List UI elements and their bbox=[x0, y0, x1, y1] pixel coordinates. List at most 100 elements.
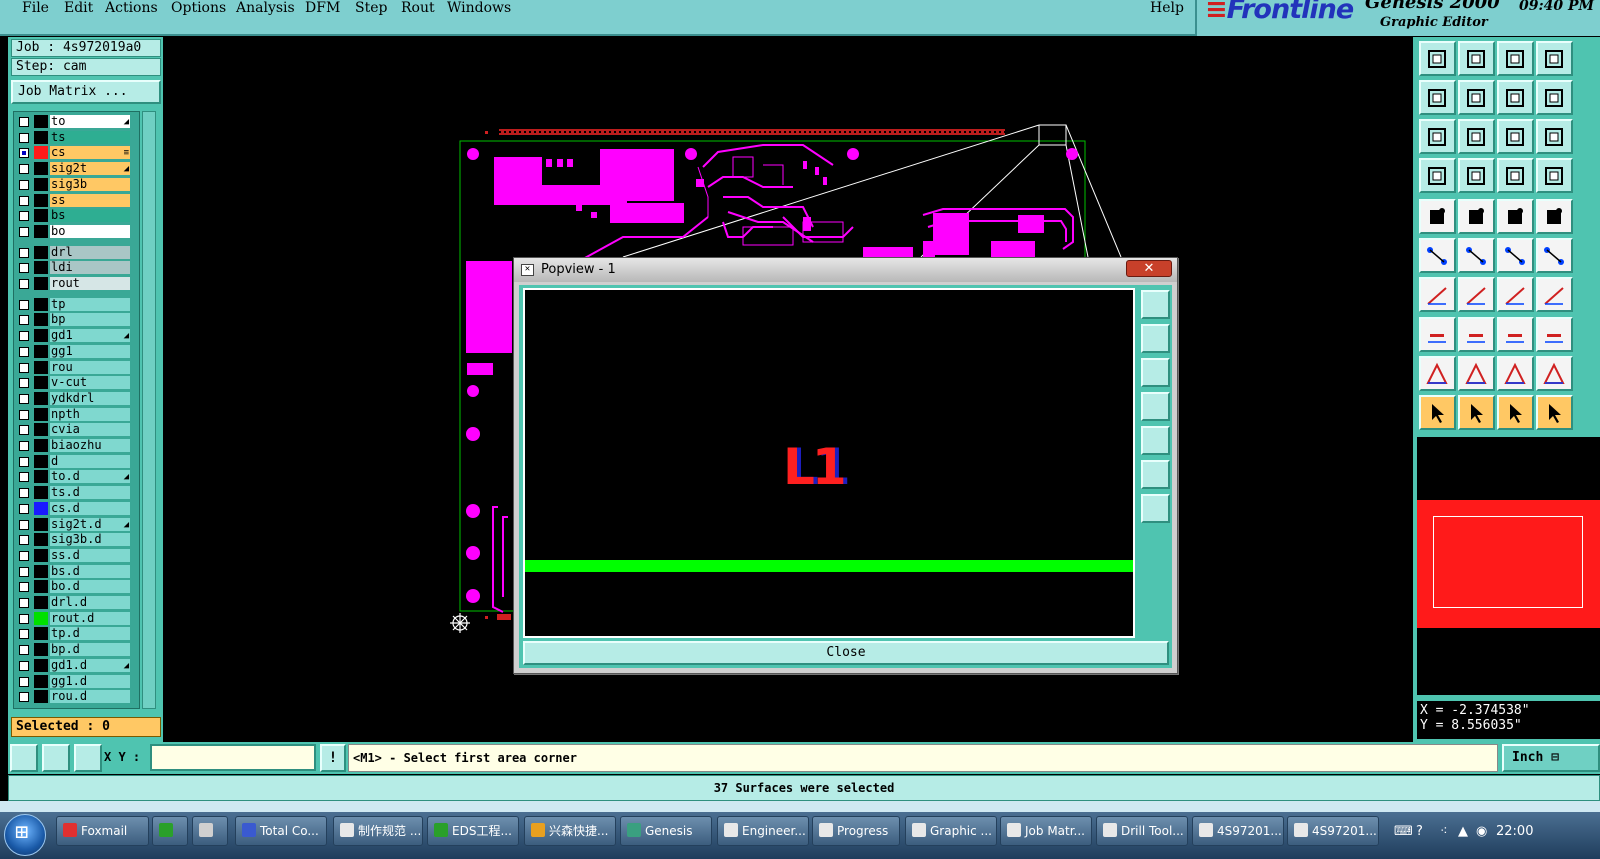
pan-down-icon[interactable] bbox=[1141, 358, 1170, 387]
layer-color-swatch[interactable] bbox=[34, 690, 48, 704]
layer-name[interactable]: cs ≡ bbox=[50, 146, 130, 160]
layer-name[interactable]: bo.d bbox=[50, 580, 130, 594]
layer-name[interactable]: bp.d bbox=[50, 643, 130, 657]
in-icon[interactable] bbox=[1419, 80, 1456, 115]
layer-name[interactable]: sig3b bbox=[50, 177, 130, 191]
taskbar-item[interactable]: 4S97201... bbox=[1287, 816, 1379, 846]
layer-checkbox[interactable] bbox=[19, 164, 29, 175]
layer-row[interactable]: bs.d bbox=[14, 564, 139, 579]
layer-row[interactable]: to.d ◢ bbox=[14, 469, 139, 484]
menu-actions[interactable]: Actions bbox=[105, 0, 158, 16]
menu-analysis[interactable]: Analysis bbox=[236, 0, 295, 16]
layer-row[interactable]: sig2t.d ◢ bbox=[14, 517, 139, 532]
layer-color-swatch[interactable] bbox=[34, 344, 48, 358]
arc-a-icon[interactable] bbox=[1458, 356, 1495, 391]
layer-name[interactable]: gg1 bbox=[50, 344, 130, 358]
layer-color-swatch[interactable] bbox=[34, 439, 48, 452]
menu-dfm[interactable]: DFM bbox=[305, 0, 340, 16]
layer-row[interactable]: cs ≡ bbox=[14, 145, 139, 160]
layer-color-swatch[interactable] bbox=[34, 360, 48, 374]
layer-row[interactable]: cs.d bbox=[14, 501, 139, 516]
layer-color-swatch[interactable] bbox=[34, 611, 48, 625]
layer-name[interactable]: biaozhu bbox=[50, 439, 130, 452]
layer-checkbox[interactable] bbox=[19, 362, 29, 373]
taskbar-item[interactable]: Total Co... bbox=[235, 816, 327, 846]
layer-checkbox[interactable] bbox=[19, 393, 29, 404]
layer-checkbox[interactable] bbox=[19, 378, 29, 389]
layer-name[interactable]: drl.d bbox=[50, 596, 130, 609]
layer-color-swatch[interactable] bbox=[34, 130, 48, 144]
taskbar-item[interactable]: Foxmail bbox=[56, 816, 149, 846]
layer-checkbox[interactable] bbox=[19, 629, 29, 640]
layer-name[interactable]: npth bbox=[50, 407, 130, 421]
layer-name[interactable]: ldi bbox=[50, 261, 130, 275]
layer-checkbox[interactable] bbox=[19, 676, 29, 687]
triangle-icon[interactable] bbox=[1419, 356, 1456, 391]
layer-checkbox[interactable] bbox=[19, 148, 29, 159]
layer-row[interactable]: ldi bbox=[14, 260, 139, 275]
layer-name[interactable]: gd1 ◢ bbox=[50, 329, 130, 343]
zoom-in-icon[interactable] bbox=[1141, 460, 1170, 489]
overview-map[interactable] bbox=[1417, 437, 1600, 695]
layer-checkbox[interactable] bbox=[19, 660, 29, 671]
layer-color-swatch[interactable] bbox=[34, 517, 48, 531]
layer-color-swatch[interactable] bbox=[34, 596, 48, 609]
layer-row[interactable]: bp.d bbox=[14, 642, 139, 657]
zoom-extent-icon[interactable] bbox=[1419, 119, 1456, 154]
layer-checkbox[interactable] bbox=[19, 117, 29, 127]
out-icon[interactable] bbox=[1458, 80, 1495, 115]
probe-icon[interactable] bbox=[1458, 158, 1495, 193]
layer-name[interactable]: rout.d bbox=[50, 611, 130, 625]
layer-name[interactable]: sig2t.d ◢ bbox=[50, 517, 130, 531]
layer-checkbox[interactable] bbox=[19, 425, 29, 436]
layer-row[interactable]: ts bbox=[14, 130, 139, 145]
snap-icon[interactable] bbox=[10, 744, 38, 772]
layer-color-swatch[interactable] bbox=[34, 470, 48, 484]
layer-name[interactable]: ss bbox=[50, 193, 130, 207]
zoom-out-icon[interactable] bbox=[1141, 494, 1170, 523]
layer-color-swatch[interactable] bbox=[34, 564, 48, 578]
taskbar-item[interactable]: Progress bbox=[812, 816, 900, 846]
text-alt-icon[interactable] bbox=[1536, 356, 1573, 391]
select-orange-icon[interactable] bbox=[1497, 395, 1534, 430]
cut-icon[interactable] bbox=[1458, 317, 1495, 352]
layer-scrollbar[interactable] bbox=[142, 111, 156, 709]
layer-checkbox[interactable] bbox=[19, 550, 29, 561]
layer-name[interactable]: bs.d bbox=[50, 564, 130, 578]
popview-viewport[interactable]: L1 bbox=[523, 288, 1135, 638]
taskbar-item[interactable] bbox=[152, 816, 188, 846]
delete-icon[interactable] bbox=[1458, 238, 1495, 273]
layer-checkbox[interactable] bbox=[19, 409, 29, 420]
layer-row[interactable]: bs bbox=[14, 208, 139, 223]
layer-name[interactable]: tp bbox=[50, 297, 130, 311]
taskbar-item[interactable]: 制作规范 ... bbox=[333, 816, 423, 846]
layer-row[interactable]: rou bbox=[14, 360, 139, 375]
layer-name[interactable]: drl bbox=[50, 245, 130, 259]
layer-color-swatch[interactable] bbox=[34, 313, 48, 327]
layer-checkbox[interactable] bbox=[19, 179, 29, 190]
copy-icon[interactable] bbox=[1536, 238, 1573, 273]
layer-name[interactable]: v-cut bbox=[50, 376, 130, 390]
menu-windows[interactable]: Windows bbox=[447, 0, 511, 16]
line-icon[interactable] bbox=[1458, 199, 1495, 234]
layer-row[interactable]: biaozhu bbox=[14, 438, 139, 453]
taskbar-item[interactable]: Graphic ... bbox=[905, 816, 997, 846]
layer-row[interactable]: ss.d bbox=[14, 548, 139, 563]
layer-color-swatch[interactable] bbox=[34, 297, 48, 311]
units-selector[interactable]: Inch ⊟ bbox=[1502, 744, 1600, 772]
layer-row[interactable]: v-cut bbox=[14, 375, 139, 390]
feature-icon[interactable] bbox=[1419, 317, 1456, 352]
layer-color-swatch[interactable] bbox=[34, 261, 48, 275]
layer-name[interactable]: bo bbox=[50, 224, 130, 238]
layer-color-swatch[interactable] bbox=[34, 423, 48, 437]
layer-row[interactable]: ydkdrl bbox=[14, 391, 139, 406]
exclamation-button[interactable]: ! bbox=[320, 744, 346, 772]
layer-row[interactable]: gg1 bbox=[14, 344, 139, 359]
taskbar-item[interactable]: EDS工程... bbox=[427, 816, 519, 846]
layer-name[interactable]: sig2t ◢ bbox=[50, 162, 130, 176]
layer-row[interactable]: ts.d bbox=[14, 485, 139, 500]
layer-row[interactable]: gd1 ◢ bbox=[14, 328, 139, 343]
network-icon[interactable]: ⁖ bbox=[1440, 824, 1448, 839]
settings-icon[interactable] bbox=[1419, 158, 1456, 193]
tray-expand-icon[interactable]: ▲ bbox=[1458, 824, 1468, 839]
